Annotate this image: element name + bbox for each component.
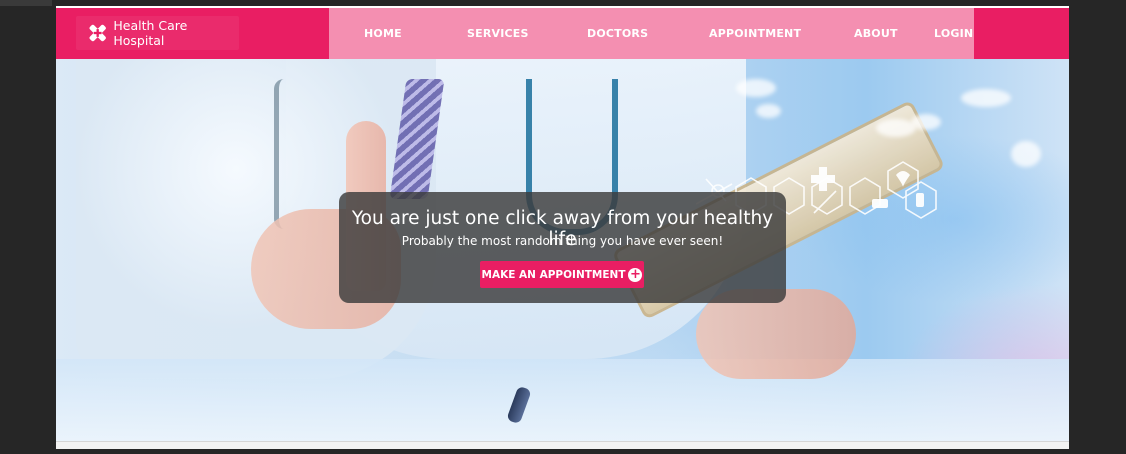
stethoscope-tube: [274, 79, 305, 229]
navbar: Health Care Hospital HOME SERVICES DOCTO…: [56, 8, 1069, 59]
cross-plus-logo-icon: [89, 24, 106, 42]
desk-surface: [56, 359, 1069, 441]
nav-appointment[interactable]: APPOINTMENT: [709, 8, 801, 59]
nav-home[interactable]: HOME: [364, 8, 402, 59]
hero-subline: Probably the most random thing you have …: [401, 234, 724, 248]
hero-caption: You are just one click away from your he…: [339, 192, 786, 303]
page-bottom-border: [56, 441, 1069, 449]
bokeh-light: [1011, 141, 1041, 167]
bokeh-light: [961, 89, 1011, 107]
nav-doctors[interactable]: DOCTORS: [587, 8, 648, 59]
nav-services[interactable]: SERVICES: [467, 8, 529, 59]
make-appointment-button[interactable]: MAKE AN APPOINTMENT +: [480, 261, 644, 288]
nav-about[interactable]: ABOUT: [854, 8, 898, 59]
brand-link[interactable]: Health Care Hospital: [76, 16, 239, 50]
window-edge: [0, 0, 52, 6]
cta-label: MAKE AN APPOINTMENT: [481, 268, 626, 281]
plus-circle-icon: +: [628, 267, 643, 282]
bokeh-light: [736, 79, 776, 97]
brand-name: Health Care Hospital: [113, 18, 188, 48]
web-page: Health Care Hospital HOME SERVICES DOCTO…: [56, 6, 1069, 449]
nav-login[interactable]: LOGIN: [934, 8, 973, 59]
